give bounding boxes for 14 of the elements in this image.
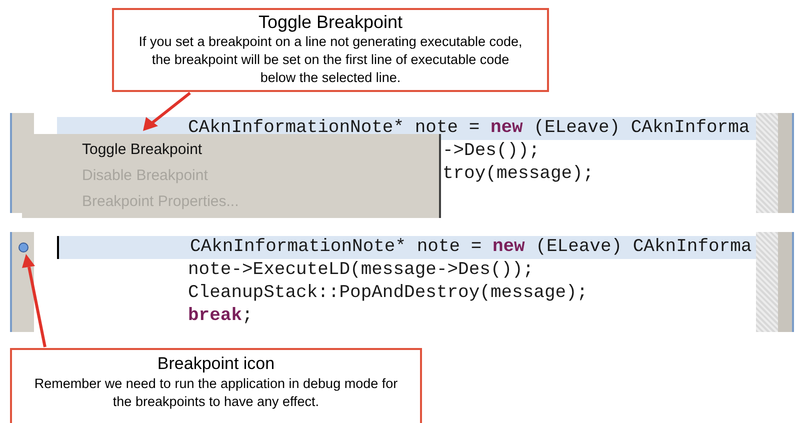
code-line: CleanupStack::PopAndDestroy(message); [188, 282, 588, 305]
code-line: note->ExecuteLD(message->Des()); [188, 259, 534, 282]
code-line: troy(message); [442, 163, 594, 186]
callout-text: If you set a breakpoint on a line not generating executable code, the breakpoint will be set on the first line of executable code below the selected line. [138, 33, 524, 87]
code-line: ->Des()); [442, 140, 540, 163]
menu-item[interactable]: Toggle Breakpoint [22, 137, 439, 163]
callout-title: Toggle Breakpoint [258, 11, 403, 33]
callout-title: Breakpoint icon [157, 353, 275, 375]
callout-text: Remember we need to run the application in debug mode for the breakpoints to have any effect. [33, 375, 399, 411]
callout-arrow [143, 92, 191, 131]
code-line: CAknInformationNote* note = new (ELeave) CAknInforma [188, 117, 750, 140]
code-line: break; [188, 305, 253, 328]
code-line: CAknInformationNote* note = new (ELeave) CAknInforma [190, 236, 752, 259]
breakpoint-icon[interactable] [18, 242, 28, 253]
